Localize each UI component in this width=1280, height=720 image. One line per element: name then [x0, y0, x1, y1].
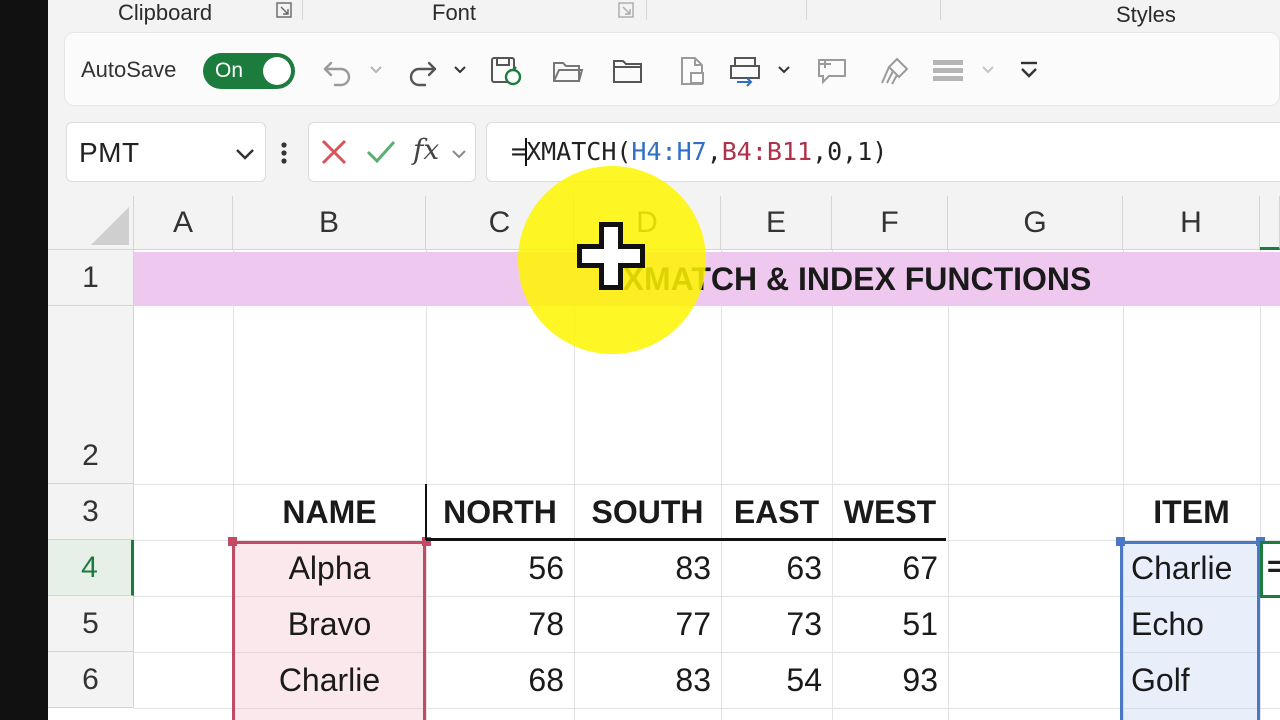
- column-header-i[interactable]: [1260, 196, 1280, 250]
- table-cell-south[interactable]: 83: [574, 653, 721, 708]
- lookup-item-cell[interactable]: Golf: [1123, 653, 1260, 708]
- borders-dropdown-chevron-icon[interactable]: [981, 63, 995, 75]
- ribbon-separator: [646, 0, 647, 20]
- row-header-4[interactable]: 4: [48, 540, 134, 596]
- table-cell-north[interactable]: 78: [426, 597, 574, 652]
- select-all-button[interactable]: [48, 196, 134, 250]
- formula-ref-h4-h7: H4:H7: [631, 137, 707, 166]
- ribbon-separator: [806, 0, 807, 20]
- cancel-formula-icon[interactable]: [319, 137, 349, 167]
- ribbon-separator: [302, 0, 303, 20]
- formula-rest: ,0,1): [812, 137, 888, 166]
- table-cell-north[interactable]: 68: [426, 653, 574, 708]
- print-preview-icon[interactable]: [729, 55, 763, 87]
- table-cell-name[interactable]: Charlie: [233, 653, 426, 708]
- cell-select-cursor-icon: [573, 218, 649, 294]
- column-header-h[interactable]: H: [1123, 196, 1260, 250]
- font-dialog-launcher-icon[interactable]: [618, 2, 634, 18]
- formula-prefix: =: [511, 137, 527, 166]
- sheet-title: XMATCH & INDEX FUNCTIONS: [622, 261, 1092, 297]
- ribbon-separator: [940, 0, 941, 20]
- table-cell-west[interactable]: 93: [832, 653, 948, 708]
- table-cell-south[interactable]: 77: [574, 597, 721, 652]
- table-cell-west[interactable]: 67: [832, 541, 948, 596]
- formula-text: =XMATCH(H4:H7,B4:B11,0,1): [511, 137, 887, 166]
- open-folder-icon[interactable]: [551, 55, 585, 87]
- ribbon-group-clipboard: Clipboard: [118, 0, 213, 25]
- column-header-a[interactable]: A: [134, 196, 233, 250]
- table-cell-west[interactable]: 51: [832, 597, 948, 652]
- redo-icon[interactable]: [405, 55, 439, 87]
- more-options-dots-icon[interactable]: [280, 140, 288, 166]
- table-cell-north[interactable]: 56: [426, 541, 574, 596]
- column-header-g[interactable]: G: [948, 196, 1123, 250]
- row-header-3[interactable]: 3: [48, 484, 134, 540]
- row-header-1[interactable]: 1: [48, 250, 134, 306]
- folder-icon[interactable]: [611, 55, 645, 87]
- table-cell-east[interactable]: 73: [721, 597, 832, 652]
- column-header-f[interactable]: F: [832, 196, 948, 250]
- ribbon-group-font: Font: [432, 0, 477, 25]
- header-cell-north[interactable]: NORTH: [426, 485, 574, 540]
- gridline: [1260, 250, 1261, 720]
- ribbon-group-labels: Clipboard Font Styles: [48, 0, 1280, 28]
- active-cell-formula: =: [1267, 550, 1280, 583]
- column-header-b[interactable]: B: [233, 196, 426, 250]
- header-cell-name[interactable]: NAME: [233, 485, 426, 540]
- excel-window: Clipboard Font Styles AutoSave On PMT fx…: [48, 0, 1280, 720]
- formula-actions: fx: [308, 122, 476, 182]
- active-cell-i4[interactable]: =: [1260, 541, 1280, 598]
- lookup-item-cell[interactable]: Charlie: [1123, 541, 1260, 596]
- row-header-2[interactable]: 2: [48, 306, 134, 484]
- formula-comma: ,: [706, 137, 722, 166]
- customize-toolbar-icon[interactable]: [1017, 55, 1041, 87]
- table-cell-south[interactable]: 83: [574, 541, 721, 596]
- name-box[interactable]: PMT: [66, 122, 266, 182]
- borders-icon[interactable]: [931, 55, 965, 87]
- format-painter-icon[interactable]: [879, 55, 913, 87]
- chevron-down-icon[interactable]: [451, 147, 467, 159]
- enter-formula-icon[interactable]: [365, 137, 397, 167]
- insert-function-icon[interactable]: fx: [413, 133, 439, 166]
- table-cell-east[interactable]: 54: [721, 653, 832, 708]
- print-dropdown-chevron-icon[interactable]: [777, 63, 791, 75]
- autosave-toggle[interactable]: On: [203, 53, 295, 89]
- quick-access-toolbar: AutoSave On: [64, 32, 1280, 106]
- comment-icon[interactable]: [815, 55, 849, 87]
- column-header-e[interactable]: E: [721, 196, 832, 250]
- name-box-value: PMT: [79, 137, 140, 168]
- table-cell-name[interactable]: Bravo: [233, 597, 426, 652]
- chevron-down-icon[interactable]: [235, 147, 255, 161]
- header-cell-south[interactable]: SOUTH: [574, 485, 721, 540]
- gridline: [948, 250, 949, 720]
- redo-dropdown-chevron-icon[interactable]: [453, 63, 467, 75]
- header-cell-item[interactable]: ITEM: [1123, 485, 1260, 540]
- formula-function: XMATCH(: [526, 137, 632, 166]
- table-cell-east[interactable]: 63: [721, 541, 832, 596]
- save-refresh-icon[interactable]: [489, 55, 523, 87]
- autosave-label: AutoSave: [81, 57, 177, 82]
- row-header-6[interactable]: 6: [48, 652, 134, 708]
- select-all-triangle-icon: [91, 207, 129, 245]
- left-window-edge: [0, 0, 48, 720]
- undo-dropdown-chevron-icon[interactable]: [369, 63, 383, 75]
- formula-ref-b4-b11: B4:B11: [721, 137, 813, 166]
- undo-icon[interactable]: [321, 55, 355, 87]
- lookup-item-cell[interactable]: Echo: [1123, 597, 1260, 652]
- row-header-5[interactable]: 5: [48, 596, 134, 652]
- toggle-knob: [263, 57, 291, 85]
- title-banner[interactable]: XMATCH & INDEX FUNCTIONS: [134, 252, 1280, 306]
- ribbon-group-styles: Styles: [1116, 2, 1176, 27]
- header-cell-west[interactable]: WEST: [832, 485, 948, 540]
- table-cell-name[interactable]: Alpha: [233, 541, 426, 596]
- header-cell-east[interactable]: EAST: [721, 485, 832, 540]
- autosave-state: On: [215, 59, 244, 82]
- clipboard-dialog-launcher-icon[interactable]: [276, 2, 292, 18]
- document-icon[interactable]: [675, 55, 709, 87]
